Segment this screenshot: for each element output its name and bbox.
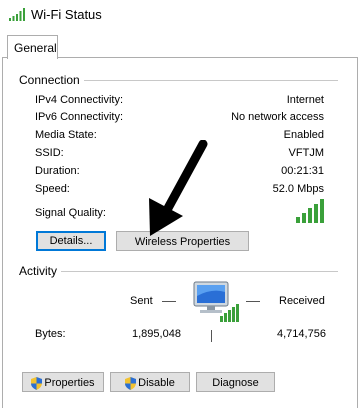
duration-label: Duration: [35,165,80,177]
speed-value: 52.0 Mbps [272,183,324,195]
signal-bar [320,199,324,223]
tab-general-label: General [14,41,57,55]
ssid-label: SSID: [35,147,64,159]
network-computer-icon [193,281,239,322]
activity-group-label: Activity [19,264,62,278]
signal-bar [308,208,312,223]
activity-divider [211,330,212,342]
received-dash [246,301,260,302]
wireless-properties-button[interactable]: Wireless Properties [116,231,249,251]
ssid-value: VFTJM [288,147,324,159]
signal-bar [302,213,306,223]
bytes-label: Bytes: [35,328,66,340]
bytes-sent-value: 1,895,048 [132,328,181,340]
properties-button-label: Properties [44,377,95,389]
ipv6-label: IPv6 Connectivity: [35,111,124,123]
media-state-value: Enabled [283,129,324,141]
disable-button[interactable]: Disable [110,372,190,392]
connection-group-line [80,80,338,81]
speed-label: Speed: [35,183,70,195]
details-button[interactable]: Details... [36,231,106,251]
signal-bar [296,217,300,223]
sent-dash [162,301,176,302]
wifi-signal-icon [9,8,25,21]
activity-group-line [61,271,338,272]
signal-quality-label: Signal Quality: [35,207,106,219]
properties-button[interactable]: Properties [22,372,104,392]
uac-shield-icon [31,376,43,390]
tab-general[interactable]: General [7,35,58,59]
ipv4-label: IPv4 Connectivity: [35,94,124,106]
signal-strength-icon [296,199,324,223]
disable-button-label: Disable [138,377,175,389]
uac-shield-icon [125,376,137,390]
received-label: Received [279,295,325,307]
media-state-label: Media State: [35,129,97,141]
window-title: Wi-Fi Status [31,7,102,22]
diagnose-button[interactable]: Diagnose [196,372,275,392]
signal-bar [314,204,318,223]
sent-label: Sent [130,295,153,307]
connection-group-label: Connection [19,73,84,87]
bytes-received-value: 4,714,756 [277,328,326,340]
duration-value: 00:21:31 [281,165,324,177]
ipv6-value: No network access [231,111,324,123]
ipv4-value: Internet [286,94,324,106]
title-bar: Wi-Fi Status [0,0,359,30]
